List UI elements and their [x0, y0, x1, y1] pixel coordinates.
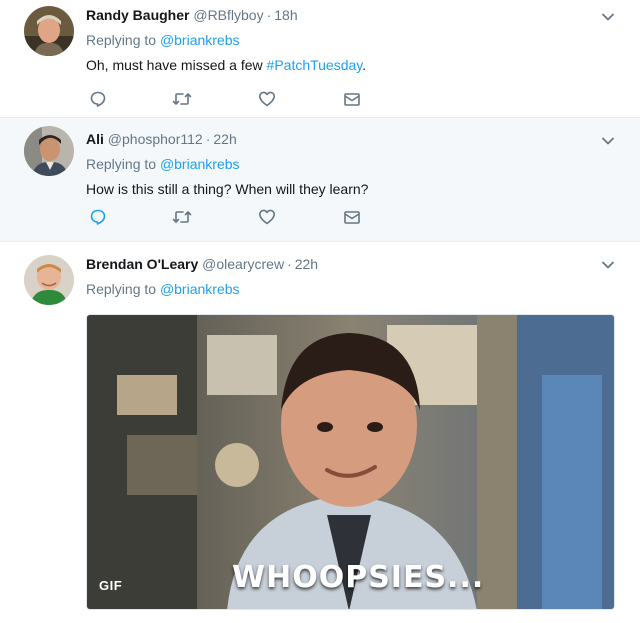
author-name[interactable]: Brendan O'Leary: [86, 256, 198, 272]
gif-caption: WHOOPSIES...: [232, 560, 485, 595]
separator-dot: ·: [205, 131, 211, 147]
author-name[interactable]: Ali: [86, 131, 104, 147]
direct-message-button[interactable]: [342, 207, 362, 227]
replying-prefix: Replying to: [86, 32, 157, 48]
separator-dot: ·: [287, 256, 292, 272]
tweet-text: Oh, must have missed a few #PatchTuesday…: [86, 55, 600, 75]
chevron-down-icon[interactable]: [600, 257, 616, 273]
author-name[interactable]: Randy Baugher: [86, 7, 189, 23]
timestamp[interactable]: 22h: [295, 256, 318, 272]
gif-media[interactable]: GIF WHOOPSIES...: [86, 314, 615, 610]
retweet-icon: [172, 93, 192, 105]
author-handle[interactable]: @RBflyboy: [193, 7, 263, 23]
envelope-icon: [344, 211, 360, 224]
replying-prefix: Replying to: [86, 156, 157, 172]
author-handle[interactable]: @olearycrew: [202, 256, 284, 272]
reply-button[interactable]: [88, 89, 108, 109]
gif-badge: GIF: [99, 578, 123, 593]
reply-icon: [90, 209, 106, 225]
tweet-text-start: Oh, must have missed a few: [86, 57, 267, 73]
tweet-text: How is this still a thing? When will the…: [86, 181, 369, 197]
tweet-actions: [86, 207, 376, 227]
tweet[interactable]: Ali @phosphor112 · 22h Replying to @briank…: [0, 118, 640, 242]
mention-link[interactable]: @briankrebs: [160, 156, 240, 172]
like-button[interactable]: [257, 89, 277, 109]
retweet-button[interactable]: [172, 207, 192, 227]
retweet-icon: [172, 211, 192, 223]
reply-context: Replying to @briankrebs: [86, 30, 600, 50]
replying-prefix: Replying to: [86, 281, 157, 297]
avatar[interactable]: [24, 126, 74, 176]
author-handle[interactable]: @phosphor112: [108, 131, 203, 147]
tweet-actions: [86, 89, 376, 109]
chevron-down-icon[interactable]: [600, 9, 616, 25]
reply-context: Replying to @briankrebs: [86, 154, 600, 174]
timestamp[interactable]: 18h: [274, 7, 297, 23]
mention-link[interactable]: @briankrebs: [160, 32, 240, 48]
envelope-icon: [344, 93, 360, 106]
reply-button[interactable]: [88, 207, 108, 227]
direct-message-button[interactable]: [342, 89, 362, 109]
hashtag-link[interactable]: #PatchTuesday: [267, 57, 363, 73]
avatar[interactable]: [24, 255, 74, 305]
reply-context: Replying to @briankrebs: [86, 279, 600, 299]
like-button[interactable]: [257, 207, 277, 227]
retweet-button[interactable]: [172, 89, 192, 109]
tweet[interactable]: Randy Baugher @RBflyboy · 18h Replying to …: [0, 0, 640, 118]
separator-dot: ·: [266, 7, 272, 23]
heart-icon: [259, 91, 275, 107]
heart-icon: [259, 209, 275, 225]
chevron-down-icon[interactable]: [600, 133, 616, 149]
tweet[interactable]: Brendan O'Leary @olearycrew · 22h Replying…: [0, 242, 640, 623]
tweet-text-end: .: [362, 57, 367, 73]
reply-icon: [90, 91, 106, 107]
timestamp[interactable]: 22h: [213, 131, 236, 147]
mention-link[interactable]: @briankrebs: [160, 281, 240, 297]
avatar[interactable]: [24, 6, 74, 56]
